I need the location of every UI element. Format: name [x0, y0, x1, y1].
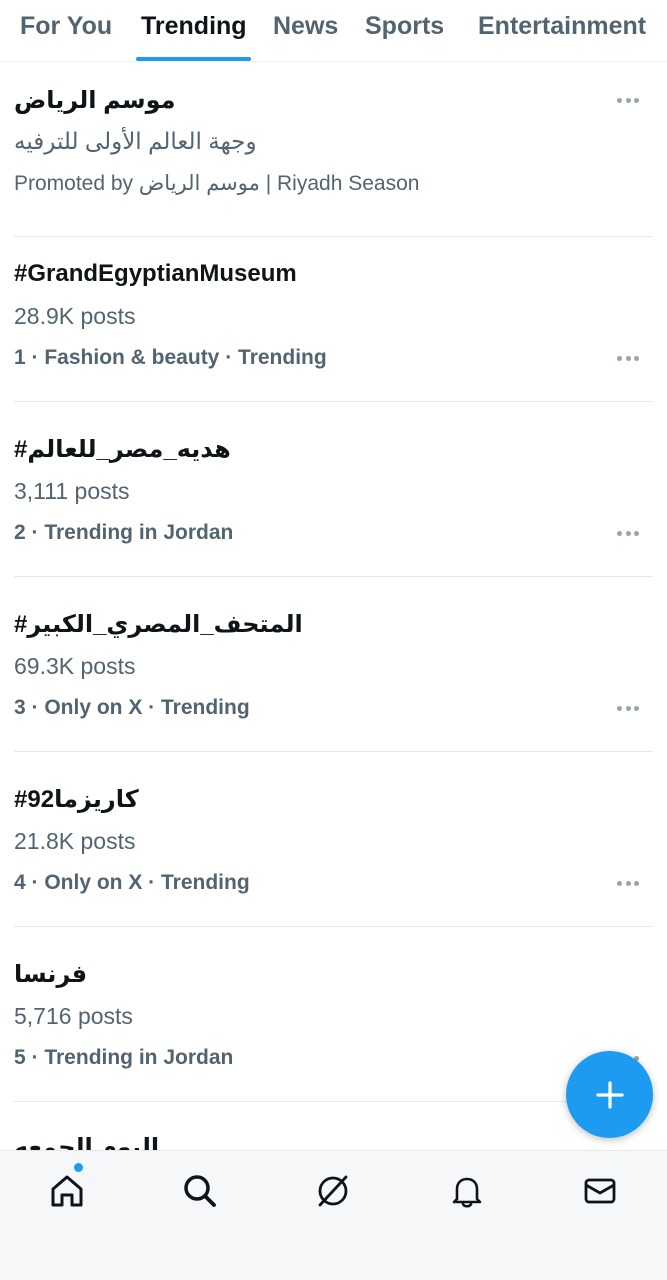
more-options-icon[interactable]	[617, 355, 639, 361]
trend-item[interactable]: اليوم الجمعه	[0, 1102, 667, 1150]
trend-context: 3 · Only on X · Trending	[14, 696, 250, 719]
mail-icon	[584, 1178, 616, 1204]
trend-context: 1 · Fashion & beauty · Trending	[14, 346, 327, 369]
trend-item[interactable]: #كاريزما92 21.8K posts 4 · Only on X · T…	[0, 752, 667, 927]
nav-home[interactable]	[45, 1169, 89, 1213]
trend-context: 2 · Trending in Jordan	[14, 521, 234, 544]
plus-icon	[595, 1080, 624, 1109]
bell-icon	[452, 1177, 482, 1208]
trend-context: 4 · Only on X · Trending	[14, 871, 250, 894]
trend-item[interactable]: فرنسا 5,716 posts 5 · Trending in Jordan	[0, 927, 667, 1102]
more-options-icon[interactable]	[617, 97, 639, 103]
trend-post-count: 28.9K posts	[14, 303, 136, 329]
nav-messages[interactable]	[578, 1169, 622, 1213]
trend-title: #هديه_مصر_للعالم	[14, 436, 231, 463]
tab-sports[interactable]: Sports	[365, 0, 444, 62]
active-tab-indicator	[136, 57, 251, 61]
trend-post-count: 69.3K posts	[14, 653, 136, 679]
more-options-icon[interactable]	[617, 880, 639, 886]
home-icon	[51, 1175, 83, 1207]
home-notification-dot	[74, 1163, 83, 1172]
tab-news[interactable]: News	[273, 0, 338, 62]
trend-context: 5 · Trending in Jordan	[14, 1046, 234, 1069]
trend-item[interactable]: #هديه_مصر_للعالم 3,111 posts 2 · Trendin…	[0, 402, 667, 577]
trend-title: #GrandEgyptianMuseum	[14, 260, 297, 287]
trend-post-count: 5,716 posts	[14, 1003, 133, 1029]
more-options-icon[interactable]	[617, 705, 639, 711]
trend-post-count: 21.8K posts	[14, 828, 136, 854]
search-icon	[184, 1175, 216, 1207]
trend-item[interactable]: #المتحف_المصري_الكبير 69.3K posts 3 · On…	[0, 577, 667, 752]
tab-entertainment[interactable]: Entertainment	[478, 0, 646, 62]
trend-title: اليوم الجمعه	[14, 1134, 160, 1150]
trend-subtitle: وجهة العالم الأولى للترفيه	[14, 128, 257, 154]
promoted-label: Promoted by موسم الرياض | Riyadh Season	[14, 172, 420, 195]
nav-grok[interactable]	[311, 1169, 355, 1213]
trends-feed[interactable]: موسم الرياض وجهة العالم الأولى للترفيه P…	[0, 62, 667, 1150]
trend-item-promoted[interactable]: موسم الرياض وجهة العالم الأولى للترفيه P…	[0, 62, 667, 237]
trend-title: #كاريزما92	[14, 786, 139, 813]
trend-post-count: 3,111 posts	[14, 478, 130, 504]
trend-title: فرنسا	[14, 961, 88, 988]
trend-title: موسم الرياض	[14, 87, 176, 114]
more-options-icon[interactable]	[617, 530, 639, 536]
grok-icon	[318, 1175, 348, 1207]
trend-item[interactable]: #GrandEgyptianMuseum 28.9K posts 1 · Fas…	[0, 227, 667, 402]
trend-title: #المتحف_المصري_الكبير	[14, 611, 303, 638]
tab-for-you[interactable]: For You	[20, 0, 112, 62]
nav-search[interactable]	[178, 1169, 222, 1213]
nav-notifications[interactable]	[445, 1169, 489, 1213]
bottom-navigation	[0, 1150, 667, 1280]
compose-post-button[interactable]	[566, 1051, 653, 1138]
top-tabs: For You Trending News Sports Entertainme…	[0, 0, 667, 62]
tab-trending[interactable]: Trending	[141, 0, 247, 62]
